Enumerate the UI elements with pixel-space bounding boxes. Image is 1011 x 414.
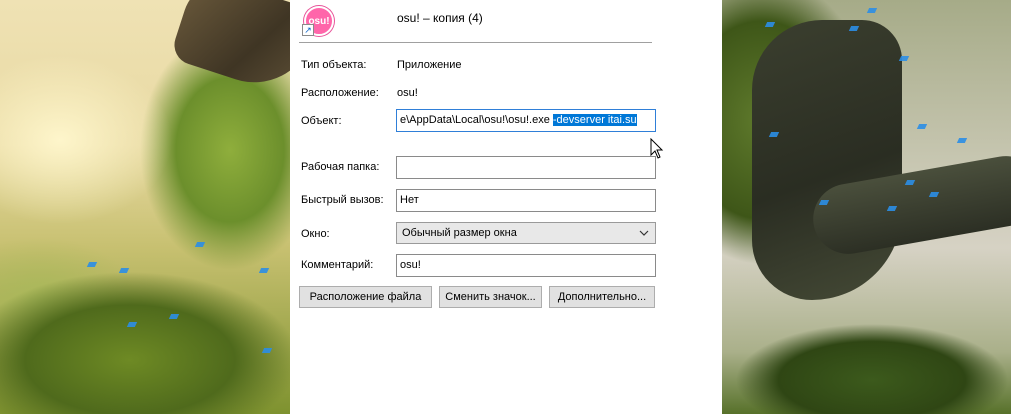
open-file-location-button[interactable]: Расположение файла — [299, 286, 432, 308]
target-type-value: Приложение — [397, 59, 462, 71]
wallpaper-left — [0, 0, 290, 414]
target-input[interactable]: e\AppData\Local\osu!\osu!.exe -devserver… — [396, 109, 656, 132]
butterfly — [168, 314, 180, 319]
change-icon-button[interactable]: Сменить значок... — [439, 286, 542, 308]
shortcut-key-input[interactable]: Нет — [396, 189, 656, 212]
comment-label: Комментарий: — [301, 259, 374, 271]
start-in-label: Рабочая папка: — [301, 161, 380, 173]
target-location-value: osu! — [397, 87, 418, 99]
target-selected-text: -devserver itai.su — [552, 114, 637, 126]
butterfly — [898, 56, 910, 61]
butterfly — [261, 348, 273, 353]
shortcut-arrow-icon: ↗ — [302, 24, 314, 36]
butterfly — [258, 268, 270, 273]
shortcut-key-label: Быстрый вызов: — [301, 194, 384, 206]
run-select-value: Обычный размер окна — [402, 227, 517, 239]
mouse-cursor-icon — [650, 137, 666, 160]
butterfly — [764, 22, 776, 27]
butterfly — [126, 322, 138, 327]
target-label: Объект: — [301, 115, 342, 127]
tree-branch — [169, 0, 290, 98]
butterfly — [866, 8, 878, 13]
butterfly — [956, 138, 968, 143]
target-location-label: Расположение: — [301, 87, 379, 99]
butterfly — [194, 242, 206, 247]
advanced-button[interactable]: Дополнительно... — [549, 286, 655, 308]
run-label: Окно: — [301, 228, 330, 240]
butterfly — [118, 268, 130, 273]
run-select[interactable]: Обычный размер окна — [396, 222, 656, 244]
shortcut-properties-panel: osu! ↗ osu! – копия (4) Тип объекта: При… — [290, 0, 722, 414]
chevron-down-icon — [639, 223, 649, 251]
wallpaper-right — [722, 0, 1011, 414]
shortcut-name: osu! – копия (4) — [397, 11, 483, 25]
tree-trunk — [752, 20, 902, 300]
comment-input[interactable]: osu! — [396, 254, 656, 277]
start-in-input[interactable] — [396, 156, 656, 179]
butterfly — [86, 262, 98, 267]
target-type-label: Тип объекта: — [301, 59, 367, 71]
divider — [299, 42, 652, 43]
butterfly — [916, 124, 928, 129]
target-text: e\AppData\Local\osu!\osu!.exe — [400, 114, 550, 126]
